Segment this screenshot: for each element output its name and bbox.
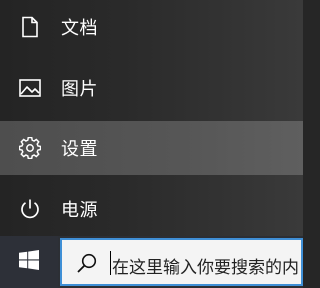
power-icon <box>19 198 41 220</box>
menu-item-label: 文档 <box>61 18 98 39</box>
menu-item-power[interactable]: 电源 <box>0 182 303 236</box>
gear-icon <box>19 137 41 159</box>
screen: 文档 图片 设置 电源 在这里输入你要搜索的内 <box>0 0 303 288</box>
start-button[interactable] <box>0 236 58 288</box>
text-cursor <box>110 251 111 275</box>
taskbar: 在这里输入你要搜索的内 <box>0 236 303 288</box>
document-icon <box>19 16 41 38</box>
menu-item-documents[interactable]: 文档 <box>0 0 303 54</box>
pictures-icon <box>19 77 41 99</box>
menu-item-label: 图片 <box>61 79 98 100</box>
menu-item-label: 电源 <box>61 200 98 221</box>
start-menu-left-rail: 文档 图片 设置 电源 <box>0 0 303 236</box>
search-icon <box>76 252 98 274</box>
search-box[interactable]: 在这里输入你要搜索的内 <box>60 238 303 286</box>
menu-item-settings[interactable]: 设置 <box>0 121 303 175</box>
menu-item-pictures[interactable]: 图片 <box>0 61 303 115</box>
menu-item-label: 设置 <box>61 139 98 160</box>
search-placeholder[interactable]: 在这里输入你要搜索的内 <box>112 253 299 278</box>
windows-logo-icon <box>19 250 39 274</box>
